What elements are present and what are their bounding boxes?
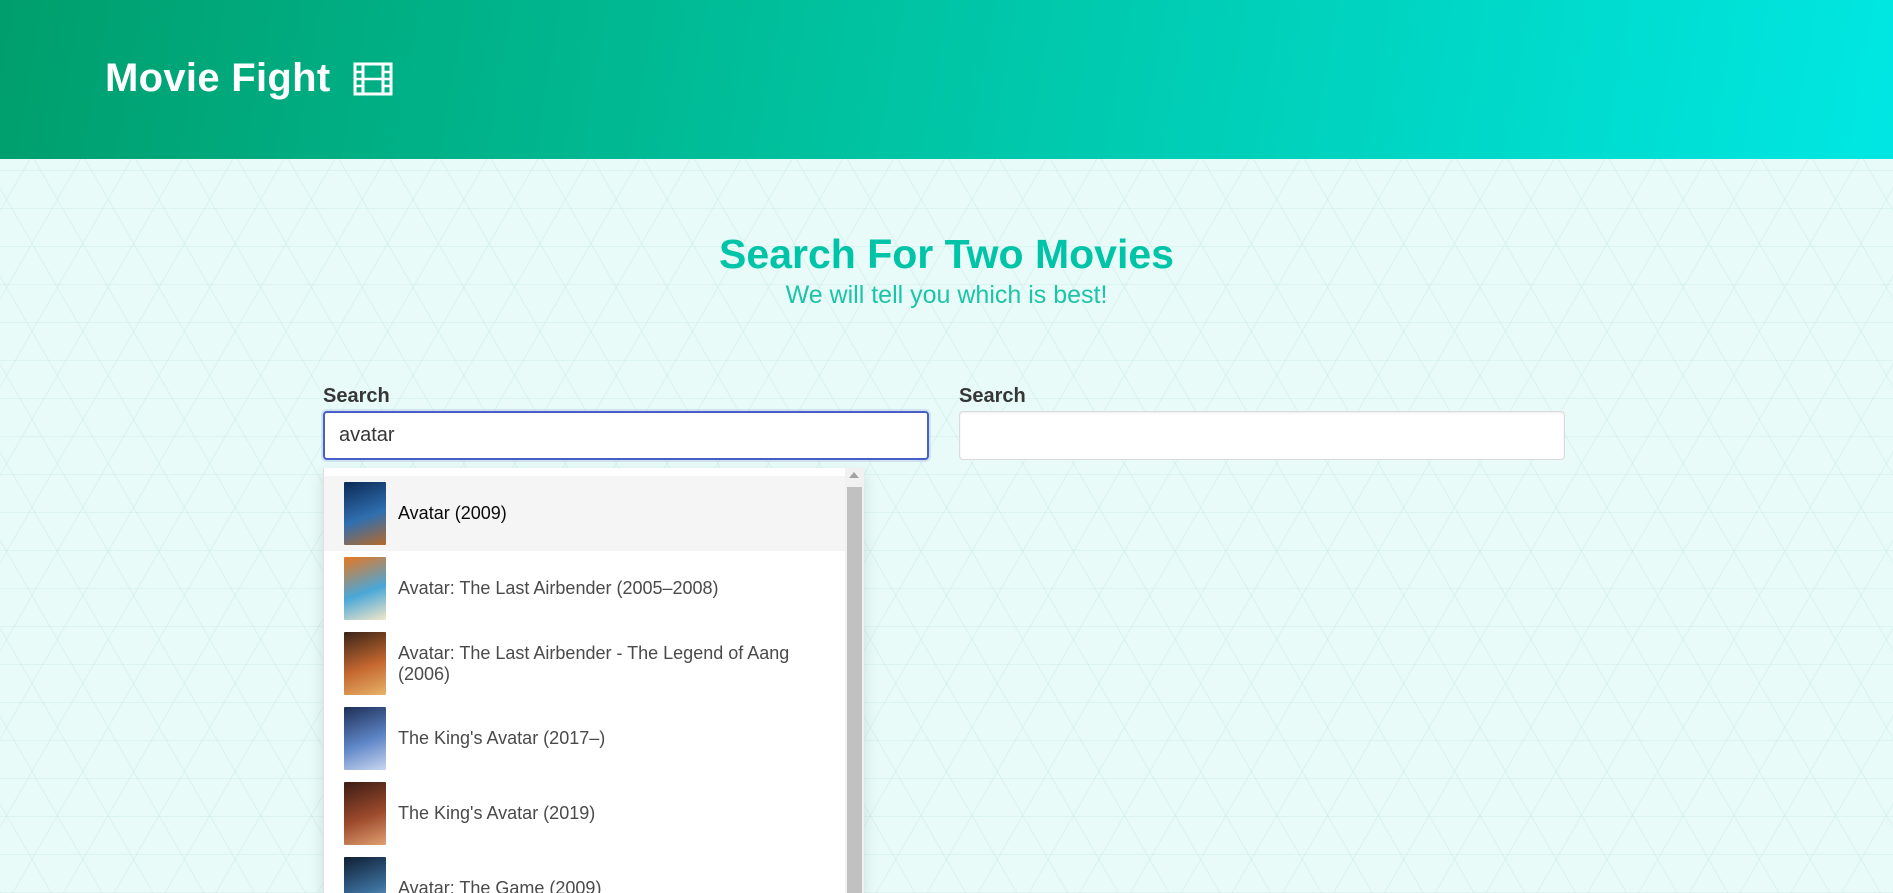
result-item[interactable]: The King's Avatar (2017–) xyxy=(324,701,846,776)
movie-poster xyxy=(344,707,386,770)
dropdown-scrollbar[interactable] xyxy=(845,468,864,893)
left-search-input[interactable] xyxy=(323,411,929,460)
intro-title: Search For Two Movies xyxy=(719,231,1174,277)
result-title: Avatar (2009) xyxy=(398,503,507,523)
left-search-label: Search xyxy=(323,385,390,407)
scroll-up-arrow-icon[interactable] xyxy=(849,472,859,478)
left-search-field: Search xyxy=(323,384,929,460)
result-title: Avatar: The Last Airbender (2005–2008) xyxy=(398,578,719,598)
film-icon xyxy=(353,62,393,95)
result-item[interactable]: Avatar (2009) xyxy=(324,476,846,551)
result-item[interactable]: Avatar: The Game (2009) xyxy=(324,851,846,893)
right-search-field: Search xyxy=(959,384,1565,460)
result-title: Avatar: The Game (2009) xyxy=(398,878,602,893)
hero-header: Movie Fight xyxy=(0,0,1893,159)
result-title: Avatar: The Last Airbender - The Legend … xyxy=(398,642,790,684)
brand: Movie Fight xyxy=(105,56,393,101)
movie-poster xyxy=(344,857,386,893)
movie-poster xyxy=(344,557,386,620)
right-search-label: Search xyxy=(959,385,1026,407)
movie-poster xyxy=(344,482,386,545)
result-title: The King's Avatar (2017–) xyxy=(398,728,606,748)
search-results-dropdown: Avatar (2009) Avatar: The Last Airbender… xyxy=(323,468,864,893)
movie-poster xyxy=(344,782,386,845)
results-list: Avatar (2009) Avatar: The Last Airbender… xyxy=(324,476,846,893)
result-item[interactable]: The King's Avatar (2019) xyxy=(324,776,846,851)
result-item[interactable]: Avatar: The Last Airbender - The Legend … xyxy=(324,626,846,701)
movie-poster xyxy=(344,632,386,695)
intro-subtitle: We will tell you which is best! xyxy=(785,281,1108,309)
result-title: The King's Avatar (2019) xyxy=(398,803,596,823)
scroll-thumb[interactable] xyxy=(847,487,862,893)
app-title: Movie Fight xyxy=(105,56,331,100)
right-search-input[interactable] xyxy=(959,411,1565,460)
intro-section: Search For Two Movies We will tell you w… xyxy=(0,230,1893,312)
result-item[interactable]: Avatar: The Last Airbender (2005–2008) xyxy=(324,551,846,626)
